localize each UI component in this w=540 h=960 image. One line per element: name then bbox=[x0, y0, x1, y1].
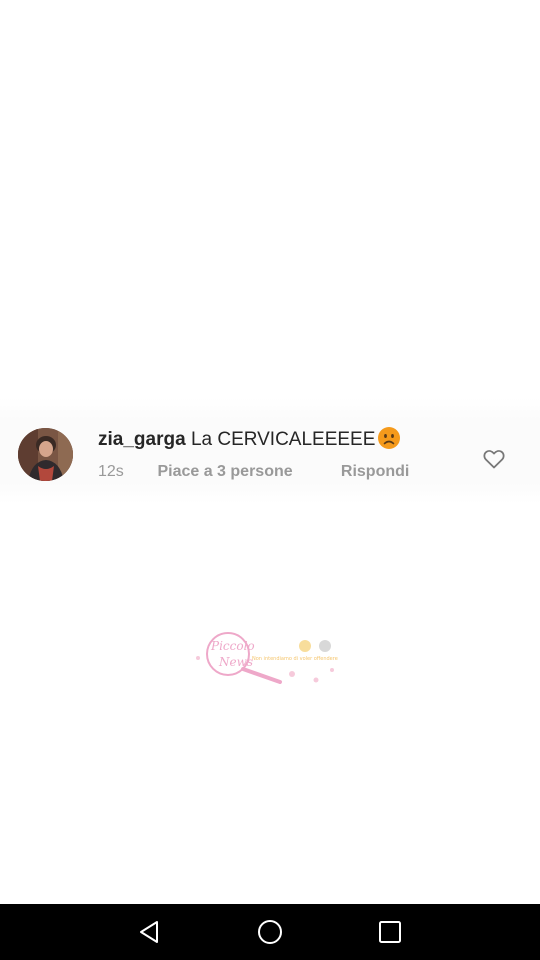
avatar-photo bbox=[18, 428, 73, 481]
watermark-tagline: Non intendiamo di voler offendere bbox=[252, 656, 338, 662]
comment-text: zia_garga La CERVICALEEEEE bbox=[98, 426, 401, 452]
heart-outline-icon[interactable] bbox=[483, 449, 505, 469]
reply-button[interactable]: Rispondi bbox=[341, 462, 409, 482]
watermark-logo-line2: News bbox=[218, 655, 253, 669]
screen: zia_garga La CERVICALEEEEE 12s Piace a 3… bbox=[0, 0, 540, 960]
system-navigation-bar bbox=[0, 904, 540, 960]
comment-username[interactable]: zia_garga bbox=[98, 429, 186, 450]
back-triangle-icon[interactable] bbox=[136, 918, 164, 946]
watermark-logo-line1: Piccolo bbox=[210, 639, 255, 653]
recent-apps-square-icon[interactable] bbox=[376, 918, 404, 946]
watermark-logo: Piccolo News Non intendiamo di voler off… bbox=[192, 628, 340, 686]
comment-body: La CERVICALEEEEE bbox=[190, 429, 376, 450]
comment-meta: 12s Piace a 3 persone Rispondi bbox=[98, 462, 409, 482]
frowning-face-emoji-icon bbox=[377, 426, 401, 450]
comment-time: 12s bbox=[98, 463, 124, 480]
home-circle-icon[interactable] bbox=[256, 918, 284, 946]
comment-likes-link[interactable]: Piace a 3 persone bbox=[157, 462, 336, 482]
avatar[interactable] bbox=[18, 428, 73, 481]
